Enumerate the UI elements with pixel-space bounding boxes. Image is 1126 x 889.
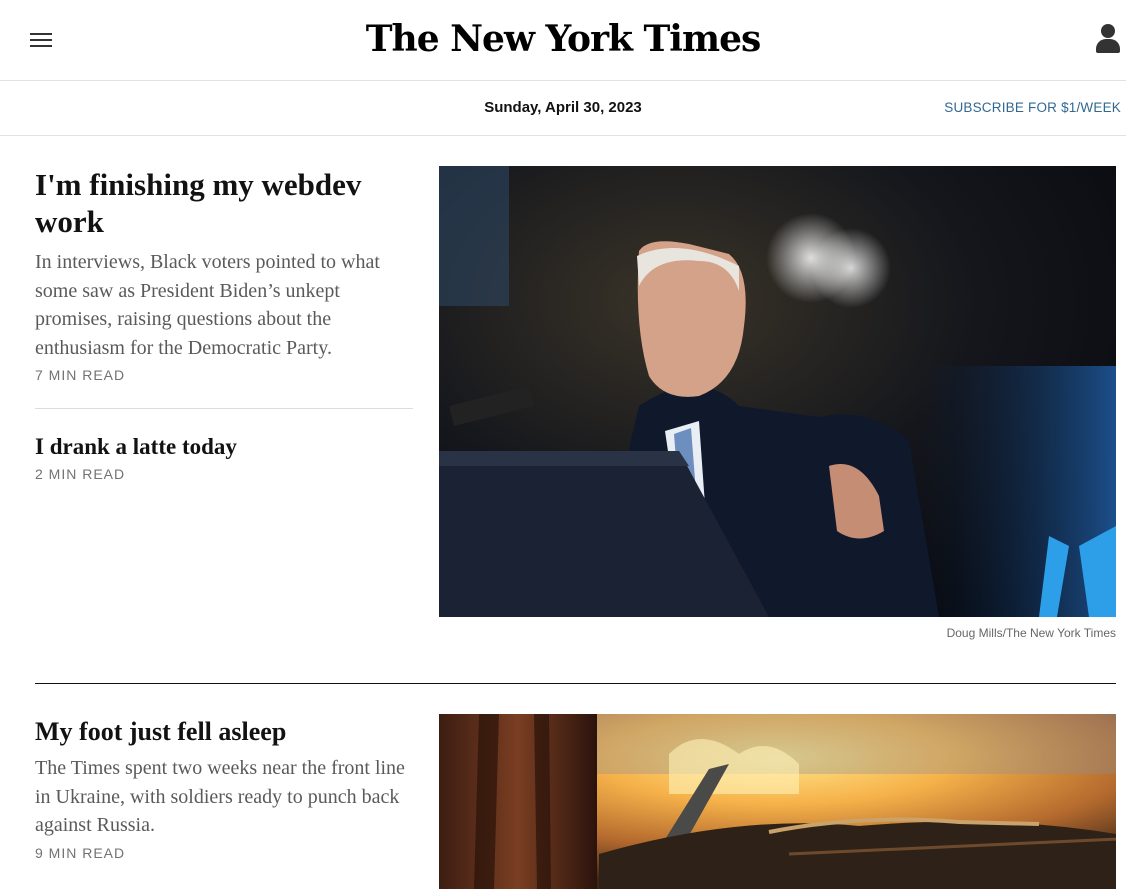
third-story: My foot just fell asleep The Times spent… <box>35 716 413 861</box>
third-story-photo[interactable] <box>439 714 1116 889</box>
date-bar: Sunday, April 30, 2023 SUBSCRIBE FOR $1/… <box>0 81 1126 136</box>
lead-story-photo[interactable] <box>439 166 1116 617</box>
subscribe-link[interactable]: SUBSCRIBE FOR $1/WEEK <box>944 100 1121 115</box>
secondary-story-headline[interactable]: I drank a latte today <box>35 433 413 461</box>
lead-story-read-time: 7 MIN READ <box>35 367 126 383</box>
lead-story: I'm finishing my webdev work In intervie… <box>35 166 413 482</box>
third-story-summary[interactable]: The Times spent two weeks near the front… <box>35 754 413 840</box>
secondary-story-read-time: 2 MIN READ <box>35 466 126 482</box>
lead-story-summary[interactable]: In interviews, Black voters pointed to w… <box>35 248 413 362</box>
section-divider <box>35 683 1116 684</box>
third-story-read-time: 9 MIN READ <box>35 844 126 861</box>
user-account-icon[interactable] <box>1094 24 1122 54</box>
third-story-headline[interactable]: My foot just fell asleep <box>35 716 413 748</box>
lead-photo-credit: Doug Mills/The New York Times <box>946 626 1116 640</box>
story-divider <box>35 408 413 409</box>
lead-story-headline[interactable]: I'm finishing my webdev work <box>35 166 413 240</box>
nyt-logo[interactable]: The New York Times <box>0 18 1126 60</box>
masthead: The New York Times <box>0 0 1126 81</box>
